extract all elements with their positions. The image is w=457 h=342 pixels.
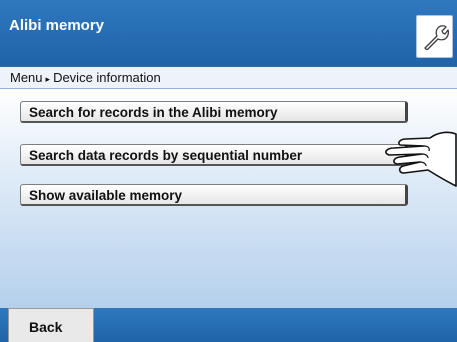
show-available-memory-button[interactable]: Show available memory [20,184,408,206]
menu-panel: Search for records in the Alibi memory S… [0,89,457,308]
wrench-icon [424,25,449,51]
search-by-sequential-number-button[interactable]: Search data records by sequential number [20,144,408,166]
settings-button[interactable] [416,15,453,58]
window-title: Alibi memory [9,17,105,34]
title-bar: Alibi memory [0,0,457,66]
alibi-memory-screen: Alibi memory Menu ▸ Device information Sea… [0,0,457,342]
breadcrumb: Menu ▸ Device information [0,66,457,89]
search-alibi-records-button[interactable]: Search for records in the Alibi memory [20,101,408,123]
breadcrumb-separator-icon: ▸ [45,74,51,84]
breadcrumb-menu[interactable]: Menu [10,70,43,85]
back-button[interactable]: Back [8,308,94,342]
breadcrumb-device-information: Device information [53,70,161,85]
